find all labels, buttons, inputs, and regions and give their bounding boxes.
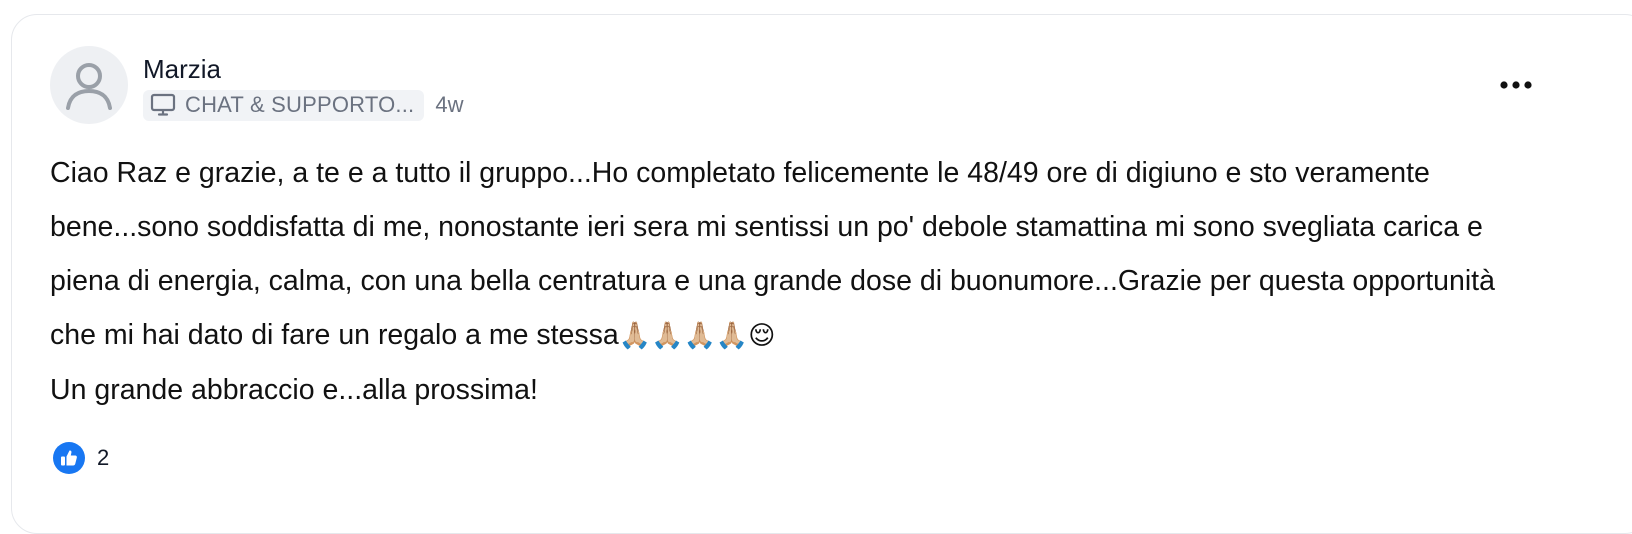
post-body: Ciao Raz e grazie, a te e a tutto il gru… [50, 146, 1540, 417]
author-name[interactable]: Marzia [143, 53, 221, 85]
emoji-sequence: 🙏🏼🙏🏼🙏🏼🙏🏼😌 [618, 321, 776, 351]
post-meta: CHAT & SUPPORTO... 4w [143, 89, 463, 121]
more-horizontal-icon [1500, 81, 1532, 89]
post-closing: Un grande abbraccio e...alla prossima! [50, 374, 538, 406]
category-label: CHAT & SUPPORTO... [185, 92, 415, 117]
more-options-button[interactable] [1494, 71, 1538, 99]
category-tag[interactable]: CHAT & SUPPORTO... [143, 89, 425, 121]
thumbs-up-icon [61, 450, 77, 466]
post-timestamp[interactable]: 4w [435, 92, 463, 118]
monitor-icon [149, 92, 177, 118]
post-text: Ciao Raz e grazie, a te e a tutto il gru… [50, 146, 1540, 363]
like-button[interactable] [53, 442, 85, 474]
post-card: Marzia CHAT & SUPPORTO... 4w Ciao Raz e … [11, 14, 1632, 534]
reactions-bar: 2 [53, 442, 109, 474]
user-placeholder-icon [66, 63, 112, 110]
like-count: 2 [97, 445, 110, 470]
avatar[interactable] [50, 46, 128, 124]
